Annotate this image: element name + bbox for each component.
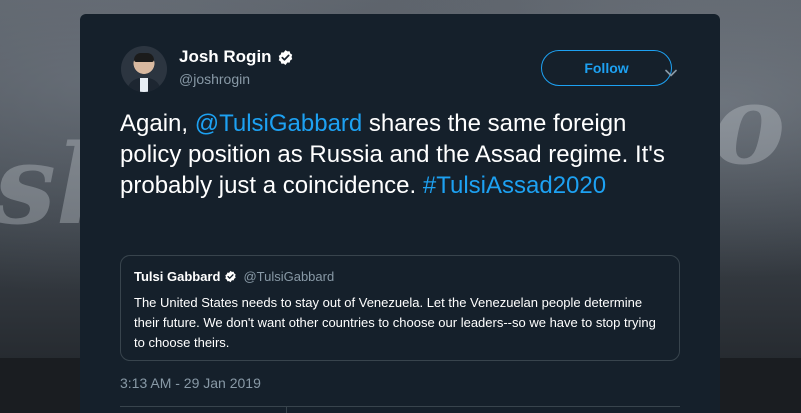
verified-icon <box>224 270 237 283</box>
tweet-text: Again, @TulsiGabbard shares the same for… <box>120 108 680 201</box>
hashtag-link[interactable]: #TulsiAssad2020 <box>423 172 606 199</box>
quoted-author-row: Tulsi Gabbard @TulsiGabbard <box>134 269 334 284</box>
mention-link[interactable]: @TulsiGabbard <box>195 110 363 137</box>
follow-button[interactable]: Follow <box>541 50 672 86</box>
author-row: Josh Rogin <box>179 47 294 67</box>
divider <box>286 407 287 413</box>
verified-icon <box>277 49 294 66</box>
author-handle[interactable]: @joshrogin <box>179 71 250 87</box>
quoted-author-handle: @TulsiGabbard <box>243 269 335 284</box>
divider <box>120 406 680 407</box>
tweet-timestamp[interactable]: 3:13 AM - 29 Jan 2019 <box>120 375 261 391</box>
quoted-tweet[interactable]: Tulsi Gabbard @TulsiGabbard The United S… <box>120 255 680 361</box>
quoted-author-name: Tulsi Gabbard <box>134 269 221 284</box>
avatar[interactable] <box>121 46 167 92</box>
chevron-down-icon[interactable] <box>665 64 677 77</box>
background-decoration: o <box>712 60 786 189</box>
quoted-tweet-text: The United States needs to stay out of V… <box>134 295 656 350</box>
author-name[interactable]: Josh Rogin <box>179 47 272 67</box>
tweet-text-part: Again, <box>120 110 195 137</box>
tweet-card: Josh Rogin @joshrogin Follow Again, @Tul… <box>80 14 720 413</box>
